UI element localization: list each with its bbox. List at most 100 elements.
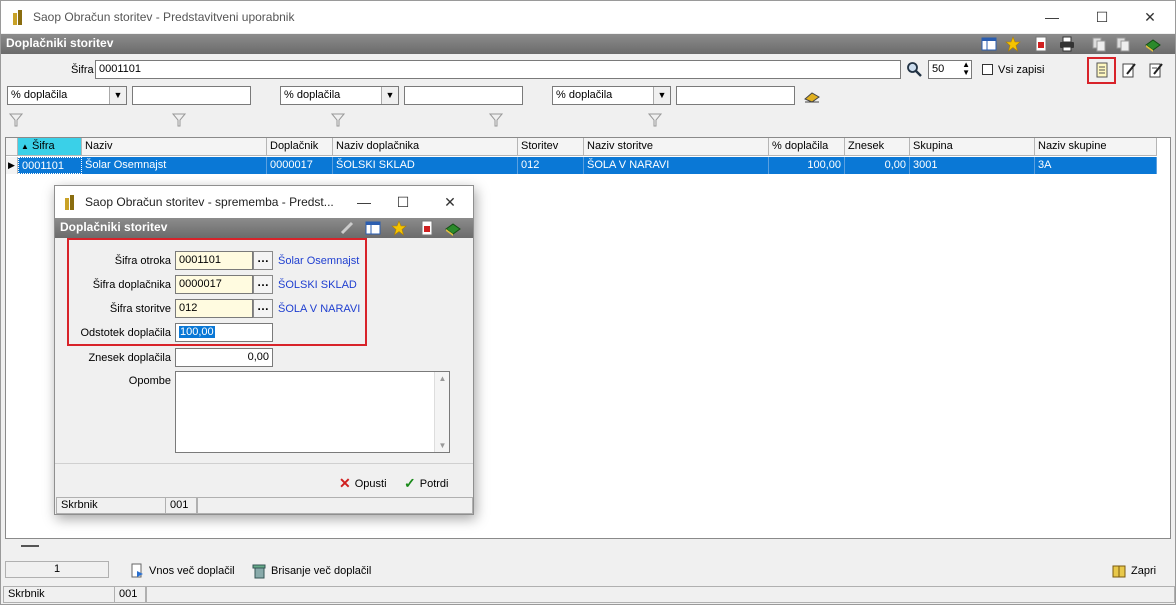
filter-value-3[interactable]: [676, 86, 795, 105]
close-button[interactable]: ✕: [1135, 7, 1165, 27]
child-code-label: Šifra otroka: [114, 255, 171, 267]
confirm-check-icon: ✓: [404, 475, 416, 491]
record-number: 1: [5, 561, 109, 578]
favorite-star-icon[interactable]: [1005, 36, 1021, 52]
dialog-status-label: Skrbnik: [56, 497, 166, 514]
paste-icon[interactable]: [1115, 36, 1131, 52]
service-code-input[interactable]: 012: [175, 299, 253, 318]
dialog-close-button[interactable]: ✕: [435, 192, 465, 212]
record-count-spinner[interactable]: 50 ▲ ▼: [928, 60, 972, 79]
code-search-input[interactable]: 0001101: [95, 60, 901, 79]
filter-value-1[interactable]: [132, 86, 251, 105]
dialog-header-title: Doplačniki storitev: [60, 220, 168, 234]
minimize-button[interactable]: —: [1037, 7, 1067, 27]
search-icon[interactable]: [906, 61, 922, 77]
service-name-link[interactable]: ŠOLA V NARAVI: [278, 303, 360, 315]
table-cell[interactable]: Šolar Osemnajst: [82, 157, 267, 174]
column-header-doplacnik[interactable]: Doplačnik: [267, 138, 333, 156]
service-lookup-button[interactable]: …: [253, 299, 273, 318]
table-cell[interactable]: 0,00: [845, 157, 910, 174]
dialog-status-value: 001: [165, 497, 197, 514]
filter-funnel-icon[interactable]: [331, 113, 345, 127]
edit-record-icon[interactable]: [1121, 62, 1137, 78]
print-icon[interactable]: [1059, 36, 1075, 52]
table-cell[interactable]: 100,00: [769, 157, 845, 174]
chevron-down-icon[interactable]: ▼: [109, 87, 126, 104]
chevron-down-icon[interactable]: ▼: [653, 87, 670, 104]
exit-book-icon[interactable]: [1145, 36, 1161, 52]
table-cell[interactable]: ŠOLSKI SKLAD: [333, 157, 518, 174]
payer-name-link[interactable]: ŠOLSKI SKLAD: [278, 279, 357, 291]
bulk-delete-button[interactable]: Brisanje več doplačil: [251, 563, 371, 579]
table-cell[interactable]: 0000017: [267, 157, 333, 174]
bulk-delete-label: Brisanje več doplačil: [271, 565, 372, 577]
pdf-export-icon[interactable]: [419, 220, 435, 236]
filter-funnel-icon[interactable]: [648, 113, 662, 127]
filter-value-2[interactable]: [404, 86, 523, 105]
column-header-znesek[interactable]: Znesek: [845, 138, 910, 156]
filter-funnel-icon[interactable]: [172, 113, 186, 127]
table-cell[interactable]: 3001: [910, 157, 1035, 174]
column-header-sifra[interactable]: ▲ Šifra: [18, 138, 82, 156]
edit-multi-icon[interactable]: [1148, 62, 1164, 78]
filter-combo-3-value: % doplačila: [556, 89, 613, 101]
copy-icon[interactable]: [1091, 36, 1107, 52]
cancel-label: Opusti: [354, 477, 387, 490]
column-header-storitev[interactable]: Storitev: [518, 138, 584, 156]
table-cell[interactable]: 012: [518, 157, 584, 174]
column-header-naziv-skupine[interactable]: Naziv skupine: [1035, 138, 1157, 156]
dialog-minimize-button[interactable]: —: [349, 192, 379, 212]
table-cell[interactable]: ŠOLA V NARAVI: [584, 157, 769, 174]
current-row-indicator-icon: ▶: [6, 157, 18, 174]
notes-textarea[interactable]: ▲ ▼: [175, 371, 450, 453]
chevron-down-icon[interactable]: ▼: [381, 87, 398, 104]
filter-funnel-icon[interactable]: [489, 113, 503, 127]
table-cell[interactable]: 3A: [1035, 157, 1157, 174]
column-header-naziv-storitve[interactable]: Naziv storitve: [584, 138, 769, 156]
filter-combo-1[interactable]: % doplačila ▼: [7, 86, 127, 105]
filter-funnel-icon[interactable]: [9, 113, 23, 127]
dialog-title-bar: Saop Obračun storitev - sprememba - Pred…: [55, 186, 473, 218]
bulk-entry-button[interactable]: Vnos več doplačil: [129, 563, 235, 579]
column-header-odstotek[interactable]: % doplačila: [769, 138, 845, 156]
notes-scrollbar[interactable]: ▲ ▼: [434, 372, 449, 452]
splitter-handle[interactable]: [21, 545, 39, 547]
clear-filter-icon[interactable]: [803, 91, 821, 103]
payer-lookup-button[interactable]: …: [253, 275, 273, 294]
percent-value: 100,00: [179, 326, 215, 338]
table-cell[interactable]: 0001101: [18, 157, 82, 174]
confirm-button[interactable]: ✓ Potrdi: [404, 475, 448, 492]
column-header-skupina[interactable]: Skupina: [910, 138, 1035, 156]
cancel-button[interactable]: ✕ Opusti: [339, 475, 387, 492]
payer-code-input[interactable]: 0000017: [175, 275, 253, 294]
pdf-export-icon[interactable]: [1033, 36, 1049, 52]
child-code-input[interactable]: 0001101: [175, 251, 253, 270]
filter-combo-2[interactable]: % doplačila ▼: [280, 86, 399, 105]
percent-label: Odstotek doplačila: [80, 327, 172, 339]
module-title: Doplačniki storitev: [6, 36, 114, 50]
scroll-down-icon[interactable]: ▼: [435, 441, 450, 450]
child-lookup-button[interactable]: …: [253, 251, 273, 270]
columns-icon[interactable]: [981, 36, 997, 52]
edit-pencil-icon[interactable]: [339, 220, 355, 236]
app-icon: [13, 10, 22, 25]
exit-book-icon[interactable]: [445, 220, 461, 236]
child-name-link[interactable]: Šolar Osemnajst: [278, 255, 359, 267]
favorite-star-icon[interactable]: [391, 220, 407, 236]
bulk-delete-icon: [252, 564, 266, 579]
all-records-label: Vsi zapisi: [998, 64, 1045, 76]
spinner-arrows[interactable]: ▲ ▼: [962, 61, 970, 77]
columns-icon[interactable]: [365, 220, 381, 236]
dialog-maximize-button[interactable]: ☐: [388, 192, 418, 212]
new-record-icon[interactable]: [1094, 62, 1110, 78]
amount-input[interactable]: 0,00: [175, 348, 273, 367]
filter-combo-3[interactable]: % doplačila ▼: [552, 86, 671, 105]
close-module-button[interactable]: Zapri: [1111, 563, 1156, 579]
percent-input[interactable]: 100,00: [175, 323, 273, 342]
scroll-up-icon[interactable]: ▲: [435, 374, 450, 383]
all-records-checkbox[interactable]: [982, 64, 993, 75]
column-header-naziv[interactable]: Naziv: [82, 138, 267, 156]
record-count-value: 50: [932, 63, 945, 75]
column-header-naziv-doplacnika[interactable]: Naziv doplačnika: [333, 138, 518, 156]
maximize-button[interactable]: ☐: [1087, 7, 1117, 27]
